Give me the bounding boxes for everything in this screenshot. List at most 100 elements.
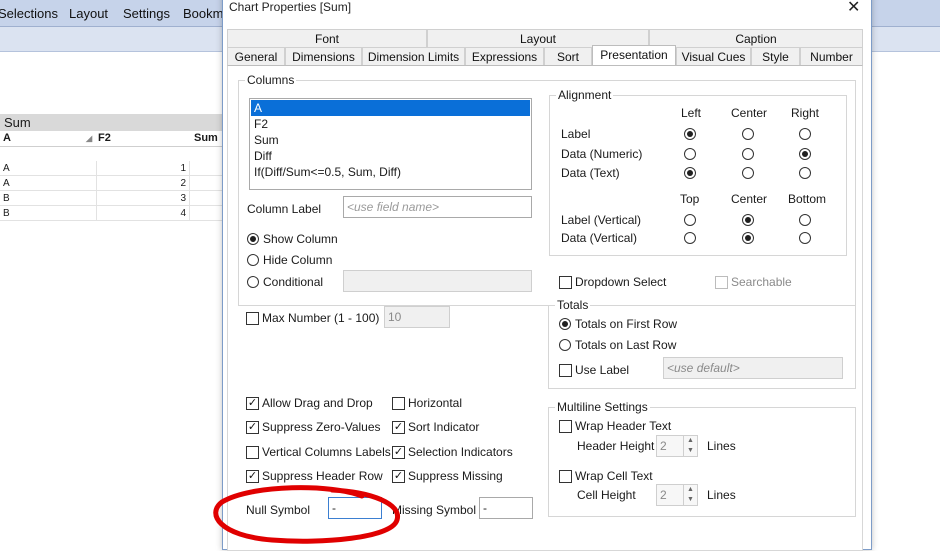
table-row[interactable]: B 4 xyxy=(0,206,222,221)
list-item[interactable]: A xyxy=(251,100,530,116)
text-center-radio[interactable] xyxy=(742,167,754,179)
totals-first-row-radio[interactable] xyxy=(559,318,571,330)
column-label-caption: Column Label xyxy=(247,202,322,216)
hide-column-radio[interactable] xyxy=(247,254,259,266)
totals-last-row-radio[interactable] xyxy=(559,339,571,351)
tab-presentation[interactable]: Presentation xyxy=(592,45,676,65)
suppress-missing-label: Suppress Missing xyxy=(408,469,503,483)
tab-style[interactable]: Style xyxy=(751,47,800,65)
missing-symbol-input[interactable]: - xyxy=(479,497,533,519)
horizontal-checkbox[interactable] xyxy=(392,397,405,410)
wrap-header-checkbox[interactable] xyxy=(559,420,572,433)
vertical-labels-label: Vertical Columns Labels xyxy=(262,445,391,459)
table-header: A ◢ F2 Sum xyxy=(0,131,222,147)
conditional-input[interactable] xyxy=(343,270,532,292)
null-symbol-label: Null Symbol xyxy=(246,503,311,517)
header-sum[interactable]: Sum xyxy=(194,132,218,144)
header-f2[interactable]: F2 xyxy=(98,132,111,144)
tab-number[interactable]: Number xyxy=(800,47,863,65)
dropdown-select-checkbox[interactable] xyxy=(559,276,572,289)
menu-settings[interactable]: Settings xyxy=(123,6,170,21)
chart-properties-dialog: Chart Properties [Sum] ✕ Font Layout Cap… xyxy=(222,0,872,551)
data-top-radio[interactable] xyxy=(684,232,696,244)
numeric-center-radio[interactable] xyxy=(742,148,754,160)
selection-indicators-checkbox[interactable]: ✓ xyxy=(392,446,405,459)
table-row[interactable]: A 1 xyxy=(0,161,222,176)
use-label-label: Use Label xyxy=(575,363,630,377)
max-number-checkbox[interactable] xyxy=(246,312,259,325)
show-column-label: Show Column xyxy=(263,232,338,246)
stepper-arrows-icon[interactable]: ▲ ▼ xyxy=(683,485,697,505)
label-left-radio[interactable] xyxy=(684,128,696,140)
tab-general[interactable]: General xyxy=(227,47,285,65)
tab-visual-cues[interactable]: Visual Cues xyxy=(676,47,751,65)
searchable-checkbox[interactable] xyxy=(715,276,728,289)
conditional-label: Conditional xyxy=(263,275,324,289)
header-height-label: Header Height xyxy=(577,439,655,453)
align-right-header: Right xyxy=(791,106,820,120)
columns-listbox[interactable]: A F2 Sum Diff If(Diff/Sum<=0.5, Sum, Dif… xyxy=(249,98,532,190)
tab-caption[interactable]: Caption xyxy=(649,29,863,47)
sort-indicator-checkbox[interactable]: ✓ xyxy=(392,421,405,434)
label-vcenter-radio[interactable] xyxy=(742,214,754,226)
stepper-arrows-icon[interactable]: ▲ ▼ xyxy=(683,436,697,456)
allow-drag-checkbox[interactable]: ✓ xyxy=(246,397,259,410)
use-label-input[interactable]: <use default> xyxy=(663,357,843,379)
suppress-missing-checkbox[interactable]: ✓ xyxy=(392,470,405,483)
table-caption: Sum xyxy=(0,114,222,131)
suppress-header-checkbox[interactable]: ✓ xyxy=(246,470,259,483)
table-row[interactable]: B 3 xyxy=(0,191,222,206)
tab-font[interactable]: Font xyxy=(227,29,427,47)
list-item[interactable]: Diff xyxy=(251,148,530,164)
tab-expressions[interactable]: Expressions xyxy=(465,47,544,65)
menu-selections[interactable]: Selections xyxy=(0,6,58,21)
tab-dimensions[interactable]: Dimensions xyxy=(285,47,362,65)
show-column-radio[interactable] xyxy=(247,233,259,245)
alignment-group: Alignment Left Center Right Label Data (… xyxy=(549,88,847,256)
totals-last-row-label: Totals on Last Row xyxy=(575,338,677,352)
header-height-stepper[interactable]: 2 ▲ ▼ xyxy=(656,435,698,457)
data-text-caption: Data (Text) xyxy=(561,166,620,180)
close-icon[interactable]: ✕ xyxy=(847,0,860,17)
max-number-input[interactable]: 10 xyxy=(384,306,450,328)
label-right-radio[interactable] xyxy=(799,128,811,140)
tab-dimension-limits[interactable]: Dimension Limits xyxy=(362,47,465,65)
table-row[interactable]: A 2 xyxy=(0,176,222,191)
column-label-input[interactable]: <use field name> xyxy=(343,196,532,218)
tab-strip: Font Layout Caption General Dimensions D… xyxy=(227,29,863,65)
cell-height-label: Cell Height xyxy=(577,488,636,502)
cell-height-stepper[interactable]: 2 ▲ ▼ xyxy=(656,484,698,506)
label-vertical-caption: Label (Vertical) xyxy=(561,213,642,227)
numeric-left-radio[interactable] xyxy=(684,148,696,160)
text-right-radio[interactable] xyxy=(799,167,811,179)
conditional-radio[interactable] xyxy=(247,276,259,288)
wrap-header-label: Wrap Header Text xyxy=(575,419,672,433)
use-label-checkbox[interactable] xyxy=(559,364,572,377)
label-bottom-radio[interactable] xyxy=(799,214,811,226)
wrap-cell-label: Wrap Cell Text xyxy=(575,469,653,483)
tab-sort[interactable]: Sort xyxy=(544,47,592,65)
multiline-group-title: Multiline Settings xyxy=(555,400,650,414)
lines-label-1: Lines xyxy=(707,439,736,453)
max-number-label: Max Number (1 - 100) xyxy=(262,311,380,325)
vertical-labels-checkbox[interactable] xyxy=(246,446,259,459)
text-left-radio[interactable] xyxy=(684,167,696,179)
label-top-radio[interactable] xyxy=(684,214,696,226)
wrap-cell-checkbox[interactable] xyxy=(559,470,572,483)
menu-bookmarks[interactable]: Bookm xyxy=(183,6,223,21)
label-center-radio[interactable] xyxy=(742,128,754,140)
null-symbol-input[interactable]: - xyxy=(328,497,382,519)
alignment-group-title: Alignment xyxy=(556,88,614,102)
suppress-zero-checkbox[interactable]: ✓ xyxy=(246,421,259,434)
header-a[interactable]: A xyxy=(3,132,11,144)
align-left-header: Left xyxy=(681,106,702,120)
list-item[interactable]: Sum xyxy=(251,132,530,148)
menu-layout[interactable]: Layout xyxy=(69,6,108,21)
numeric-right-radio[interactable] xyxy=(799,148,811,160)
suppress-zero-label: Suppress Zero-Values xyxy=(262,420,381,434)
data-vcenter-radio[interactable] xyxy=(742,232,754,244)
align-center-header: Center xyxy=(731,106,768,120)
list-item[interactable]: If(Diff/Sum<=0.5, Sum, Diff) xyxy=(251,164,530,180)
list-item[interactable]: F2 xyxy=(251,116,530,132)
data-bottom-radio[interactable] xyxy=(799,232,811,244)
